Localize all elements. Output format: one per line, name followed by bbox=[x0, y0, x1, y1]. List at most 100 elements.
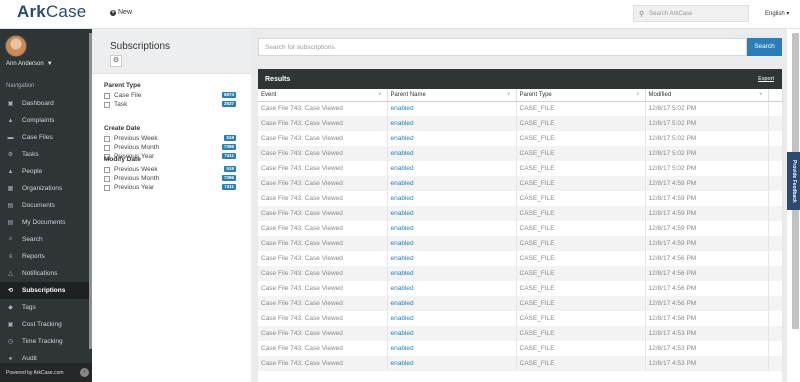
sidebar-item-search[interactable]: ⌕ Search bbox=[0, 231, 92, 248]
facet-option[interactable]: Previous Month 7396 bbox=[104, 174, 236, 183]
sidebar-item-documents[interactable]: ▤ Documents bbox=[0, 197, 92, 214]
subscriptions-icon: ⟲ bbox=[7, 288, 14, 294]
facet-option[interactable]: Previous Year 7411 bbox=[104, 183, 236, 192]
column-header-parent-name[interactable]: Parent Name ∨ bbox=[387, 89, 517, 102]
column-header-modified[interactable]: Modified ∨ bbox=[645, 89, 769, 102]
table-cell-spacer bbox=[768, 101, 783, 116]
sidebar-item-tags[interactable]: ◆ Tags bbox=[0, 299, 92, 316]
parent-name-link[interactable]: enabled bbox=[387, 326, 517, 341]
table-row[interactable]: Case File 743: Case Viewed enabled CASE_FI… bbox=[258, 296, 783, 311]
table-row[interactable]: Case File 743: Case Viewed enabled CASE_FI… bbox=[258, 116, 783, 131]
parent-name-link[interactable]: enabled bbox=[387, 236, 517, 251]
table-row[interactable]: Case File 743: Case Viewed enabled CASE_FI… bbox=[258, 326, 783, 341]
table-row[interactable]: Case File 743: Case Viewed enabled CASE_FI… bbox=[258, 356, 783, 371]
collapse-sidebar-icon[interactable]: ‹ bbox=[80, 368, 89, 377]
sidebar-item-label: Documents bbox=[22, 202, 55, 209]
facet-checkbox[interactable] bbox=[104, 166, 110, 173]
avatar[interactable] bbox=[5, 35, 27, 57]
sidebar-item-time-tracking[interactable]: ◷ Time Tracking bbox=[0, 333, 92, 350]
facet-checkbox[interactable] bbox=[104, 92, 110, 99]
export-link[interactable]: Export bbox=[758, 76, 774, 82]
sidebar-item-reports[interactable]: ≡ Reports bbox=[0, 248, 92, 265]
table-row[interactable]: Case File 743: Case Viewed enabled CASE_FI… bbox=[258, 251, 783, 266]
user-menu[interactable]: Ann Anderson ▼ bbox=[6, 61, 53, 67]
facet-option[interactable]: Previous Month 7396 bbox=[104, 143, 236, 152]
facet-option-label: Previous Week bbox=[114, 135, 158, 142]
column-header-label: Parent Type bbox=[519, 91, 552, 98]
facet-option[interactable]: Previous Week 519 bbox=[104, 134, 236, 143]
new-button[interactable]: + New bbox=[110, 9, 132, 16]
table-row[interactable]: Case File 743: Case Viewed enabled CASE_FI… bbox=[258, 101, 783, 116]
parent-name-link[interactable]: enabled bbox=[387, 281, 517, 296]
sidebar-item-my-documents[interactable]: ▤ My Documents bbox=[0, 214, 92, 231]
table-row[interactable]: Case File 743: Case Viewed enabled CASE_FI… bbox=[258, 131, 783, 146]
table-row[interactable]: Case File 743: Case Viewed enabled CASE_FI… bbox=[258, 266, 783, 281]
sidebar-item-notifications[interactable]: △ Notifications bbox=[0, 265, 92, 282]
facet-checkbox[interactable] bbox=[104, 175, 110, 182]
provide-feedback-button[interactable]: Provide Feedback bbox=[787, 152, 800, 210]
results-header: Results Export bbox=[258, 69, 782, 89]
user-name: Ann Anderson bbox=[6, 61, 44, 67]
sidebar-item-dashboard[interactable]: ▣ Dashboard bbox=[0, 95, 92, 112]
sort-icon[interactable]: ∨ bbox=[759, 91, 763, 97]
sort-icon[interactable]: ∨ bbox=[636, 91, 640, 97]
parent-name-link[interactable]: enabled bbox=[387, 251, 517, 266]
sidebar-item-tasks[interactable]: ⚙ Tasks bbox=[0, 146, 92, 163]
facet-checkbox[interactable] bbox=[104, 184, 110, 191]
table-row[interactable]: Case File 743: Case Viewed enabled CASE_FI… bbox=[258, 236, 783, 251]
table-row[interactable]: Case File 743: Case Viewed enabled CASE_FI… bbox=[258, 341, 783, 356]
facet-checkbox[interactable] bbox=[104, 135, 110, 142]
facet-group-title: Create Date bbox=[104, 125, 141, 132]
table-row[interactable]: Case File 743: Case Viewed enabled CASE_FI… bbox=[258, 311, 783, 326]
facet-checkbox[interactable] bbox=[104, 144, 110, 151]
parent-name-link[interactable]: enabled bbox=[387, 101, 517, 116]
search-button[interactable]: Search bbox=[747, 38, 782, 56]
parent-name-link[interactable]: enabled bbox=[387, 191, 517, 206]
sidebar-item-cost-tracking[interactable]: ▣ Cost Tracking bbox=[0, 316, 92, 333]
parent-name-link[interactable]: enabled bbox=[387, 221, 517, 236]
facet-option[interactable]: Case File 6874 bbox=[104, 91, 236, 100]
parent-name-link[interactable]: enabled bbox=[387, 206, 517, 221]
table-cell-spacer bbox=[768, 161, 783, 176]
table-cell: 12/8/17 4:59 PM bbox=[645, 221, 769, 236]
table-cell: 12/8/17 4:56 PM bbox=[645, 296, 769, 311]
sidebar-item-case-files[interactable]: ▬ Case Files bbox=[0, 129, 92, 146]
table-row[interactable]: Case File 743: Case Viewed enabled CASE_FI… bbox=[258, 221, 783, 236]
parent-name-link[interactable]: enabled bbox=[387, 131, 517, 146]
language-select[interactable]: English ▾ bbox=[765, 10, 789, 17]
top-bar: ArkCase + New ⚲ Search ArkCase English ▾ bbox=[0, 0, 800, 29]
table-cell: Case File 743: Case Viewed bbox=[258, 146, 388, 161]
arkcase-logo[interactable]: ArkCase bbox=[17, 2, 86, 22]
table-row[interactable]: Case File 743: Case Viewed enabled CASE_FI… bbox=[258, 206, 783, 221]
parent-name-link[interactable]: enabled bbox=[387, 311, 517, 326]
sort-icon[interactable]: ∨ bbox=[378, 91, 382, 97]
parent-name-link[interactable]: enabled bbox=[387, 161, 517, 176]
table-row[interactable]: Case File 743: Case Viewed enabled CASE_FI… bbox=[258, 146, 783, 161]
sidebar-item-complaints[interactable]: ▲ Complaints bbox=[0, 112, 92, 129]
table-cell: Case File 743: Case Viewed bbox=[258, 101, 388, 116]
sidebar-item-people[interactable]: ▲ People bbox=[0, 163, 92, 180]
parent-name-link[interactable]: enabled bbox=[387, 356, 517, 371]
settings-icon[interactable]: ⚙ bbox=[110, 55, 122, 67]
facet-checkbox[interactable] bbox=[104, 101, 110, 108]
column-header-event[interactable]: Event ∨ bbox=[258, 89, 388, 102]
parent-name-link[interactable]: enabled bbox=[387, 296, 517, 311]
global-search-input[interactable]: ⚲ Search ArkCase bbox=[633, 5, 749, 22]
sidebar-item-subscriptions[interactable]: ⟲ Subscriptions bbox=[0, 282, 92, 299]
facet-option[interactable]: Previous Week 519 bbox=[104, 165, 236, 174]
parent-name-link[interactable]: enabled bbox=[387, 341, 517, 356]
sidebar-item-organizations[interactable]: ▦ Organizations bbox=[0, 180, 92, 197]
sort-icon[interactable]: ∨ bbox=[507, 91, 511, 97]
table-row[interactable]: Case File 743: Case Viewed enabled CASE_FI… bbox=[258, 176, 783, 191]
column-header-parent-type[interactable]: Parent Type ∨ bbox=[516, 89, 646, 102]
facet-option[interactable]: Task 2537 bbox=[104, 100, 236, 109]
table-row[interactable]: Case File 743: Case Viewed enabled CASE_FI… bbox=[258, 161, 783, 176]
parent-name-link[interactable]: enabled bbox=[387, 176, 517, 191]
parent-name-link[interactable]: enabled bbox=[387, 266, 517, 281]
table-cell-spacer bbox=[768, 131, 783, 146]
table-row[interactable]: Case File 743: Case Viewed enabled CASE_FI… bbox=[258, 281, 783, 296]
subscriptions-search-input[interactable]: Search for subscriptions bbox=[258, 38, 747, 56]
table-row[interactable]: Case File 743: Case Viewed enabled CASE_FI… bbox=[258, 191, 783, 206]
parent-name-link[interactable]: enabled bbox=[387, 116, 517, 131]
parent-name-link[interactable]: enabled bbox=[387, 146, 517, 161]
